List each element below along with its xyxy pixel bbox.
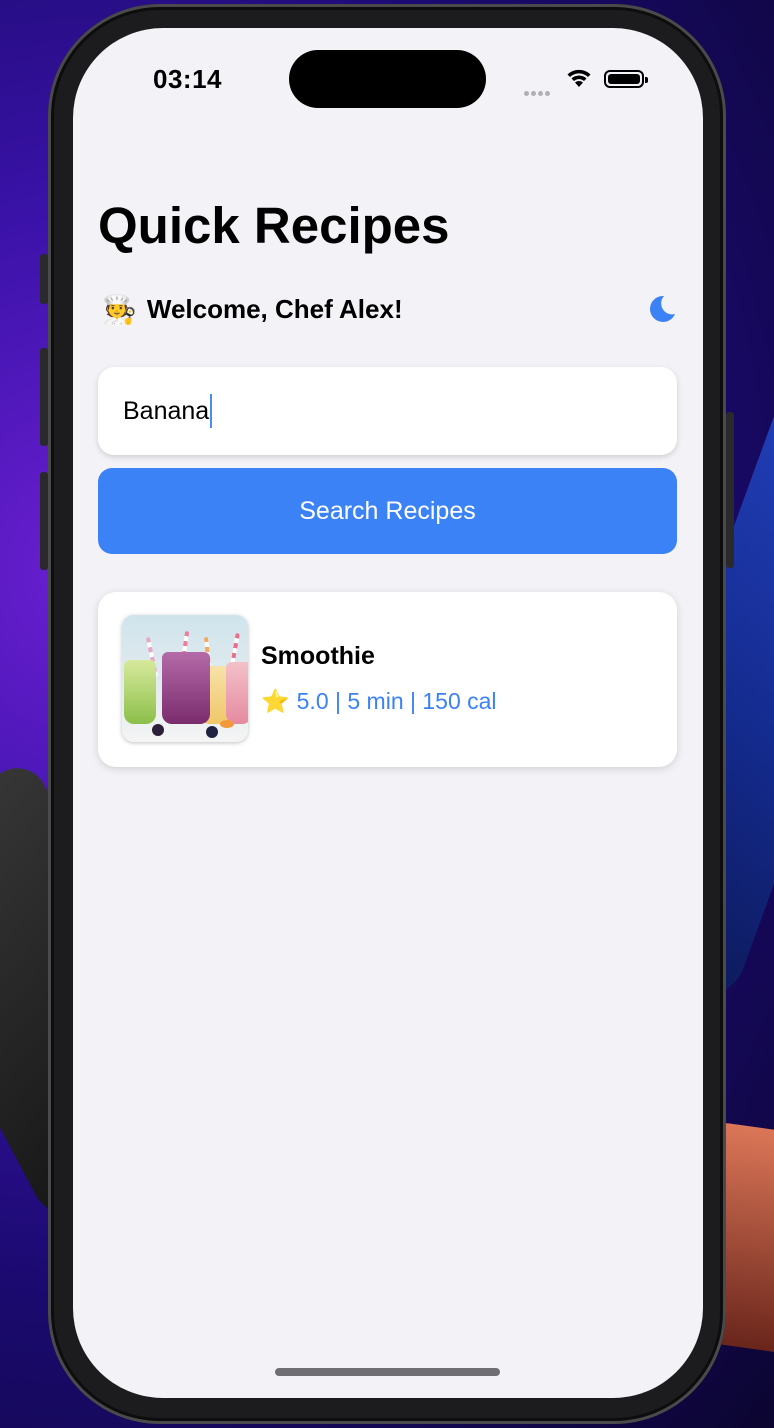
search-recipes-button[interactable]: Search Recipes: [98, 468, 677, 554]
recipe-meta: ⭐ 5.0 | 5 min | 150 cal: [261, 688, 497, 715]
text-caret: [210, 394, 213, 428]
recipe-title: Smoothie: [261, 642, 375, 670]
home-indicator[interactable]: [275, 1368, 500, 1376]
page-title: Quick Recipes: [98, 197, 450, 254]
action-button: [40, 254, 48, 304]
volume-down-button: [40, 472, 48, 570]
welcome-text: Welcome, Chef Alex!: [146, 294, 403, 324]
wifi-icon: [567, 69, 591, 87]
search-input[interactable]: Banana: [98, 367, 677, 455]
recipe-card[interactable]: Smoothie ⭐ 5.0 | 5 min | 150 cal: [98, 592, 677, 767]
power-button: [726, 412, 734, 568]
cellular-signal-icon: [524, 83, 552, 101]
welcome-row: 🧑‍🍳 Welcome, Chef Alex!: [102, 293, 403, 326]
dynamic-island: [289, 50, 486, 108]
volume-up-button: [40, 348, 48, 446]
search-input-value: Banana: [123, 396, 210, 425]
star-icon: ⭐: [261, 688, 290, 714]
battery-icon: [604, 70, 648, 88]
chef-icon: 🧑‍🍳: [102, 294, 137, 325]
app-screen: 03:14 Quick Recipes 🧑‍🍳 Welcome, Chef Al…: [73, 28, 703, 1398]
recipe-meta-text: 5.0 | 5 min | 150 cal: [296, 688, 497, 714]
moon-icon[interactable]: [648, 294, 676, 324]
status-time: 03:14: [153, 64, 222, 94]
smoothie-photo: [122, 615, 248, 742]
